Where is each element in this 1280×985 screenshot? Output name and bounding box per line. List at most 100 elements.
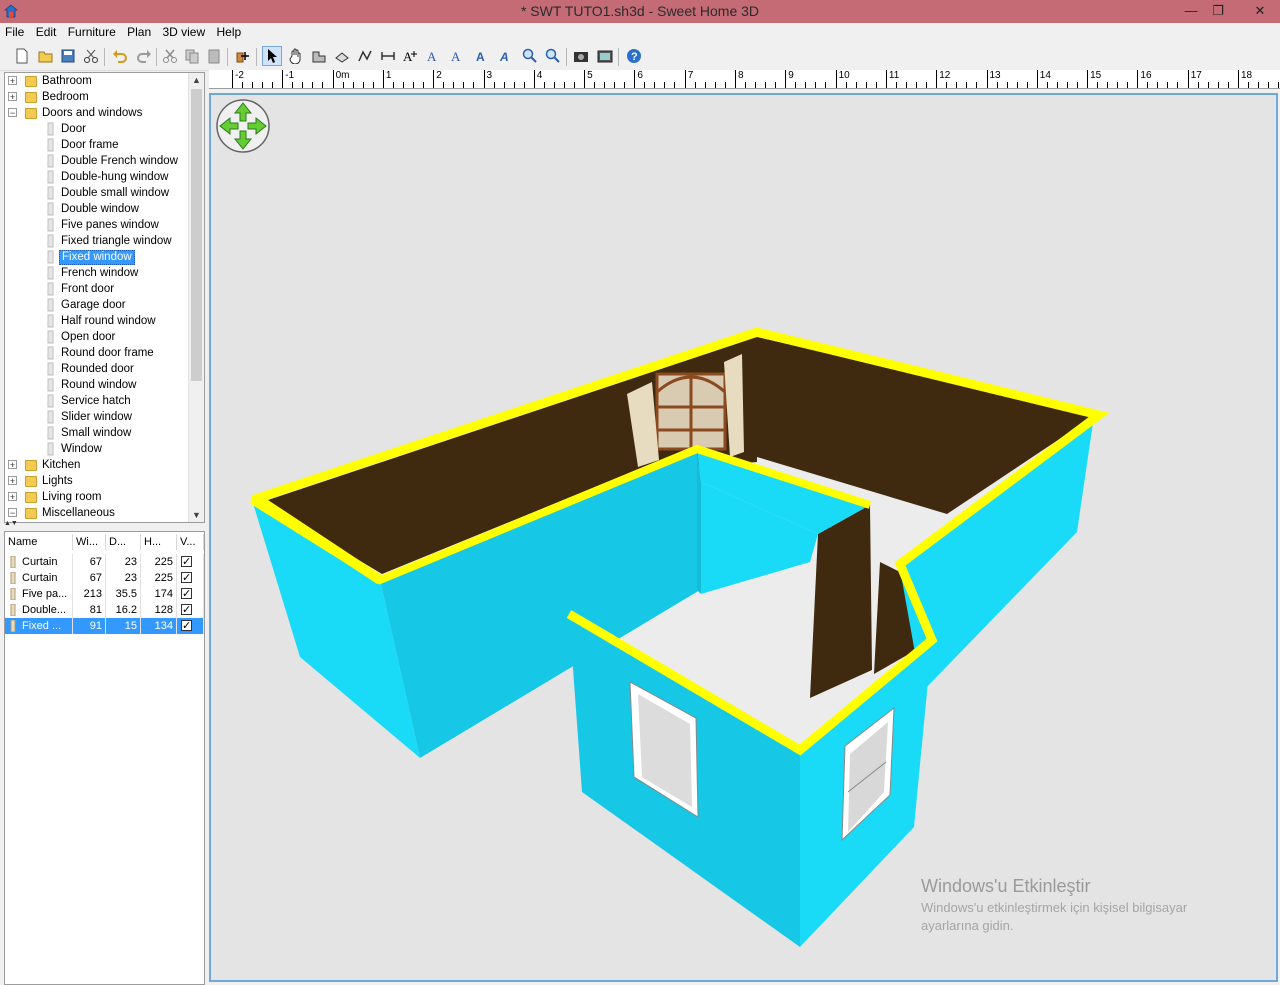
furniture-catalog-tree[interactable]: + Bathroom + Bedroom − Doors and windows…	[4, 72, 205, 523]
ruler-label: -1	[285, 70, 295, 81]
visible-checkbox[interactable]	[181, 586, 192, 602]
redo-icon[interactable]	[134, 46, 154, 66]
create-polylines-icon[interactable]	[355, 46, 375, 66]
expand-icon[interactable]: +	[8, 460, 17, 470]
create-dimensions-icon[interactable]	[378, 46, 398, 66]
help-icon[interactable]: ?	[624, 46, 644, 66]
cell-depth: 35.5	[106, 586, 141, 602]
column-height[interactable]: H...	[141, 534, 177, 550]
minimize-button[interactable]: —	[1176, 0, 1206, 23]
collapse-icon[interactable]: −	[8, 108, 17, 118]
add-furniture-icon[interactable]	[232, 46, 252, 66]
scroll-down-icon[interactable]: ▼	[192, 510, 201, 520]
navigation-arrows-icon[interactable]	[216, 99, 270, 153]
ruler-tick	[1238, 70, 1239, 88]
expand-icon[interactable]: +	[8, 76, 17, 86]
menu-file[interactable]: File	[2, 23, 27, 42]
cell-height: 128	[141, 602, 177, 618]
scroll-up-icon[interactable]: ▲	[192, 75, 201, 85]
ruler-tick	[1187, 70, 1189, 88]
ruler-label: 4	[536, 70, 543, 81]
paste-icon[interactable]	[204, 46, 224, 66]
visible-checkbox[interactable]	[181, 570, 192, 586]
create-rooms-icon[interactable]	[332, 46, 352, 66]
column-visible[interactable]: V...	[177, 534, 204, 550]
cell-height: 174	[141, 586, 177, 602]
visible-checkbox[interactable]	[181, 602, 192, 618]
catalog-item-label: Garage door	[61, 299, 126, 311]
folder-icon	[25, 492, 37, 503]
cut-icon[interactable]	[160, 46, 180, 66]
pan-mode-icon[interactable]	[286, 46, 306, 66]
ruler-tick	[684, 70, 686, 88]
table-row[interactable]: Curtain 67 23 225	[5, 554, 204, 570]
splitter-arrows-icon[interactable]: ▲▼	[4, 520, 44, 528]
furniture-thumbnail-icon	[9, 619, 18, 633]
menu-3d-view[interactable]: 3D view	[159, 23, 208, 42]
ruler-tick	[282, 70, 284, 88]
cut-scissors-icon[interactable]	[81, 46, 101, 66]
text-style-icon[interactable]: A	[424, 46, 444, 66]
menu-edit[interactable]: Edit	[33, 23, 60, 42]
catalog-scrollbar[interactable]: ▲ ▼	[188, 73, 204, 522]
visible-checkbox[interactable]	[181, 554, 192, 570]
collapse-icon[interactable]: −	[8, 508, 17, 518]
column-width[interactable]: Wi...	[73, 534, 106, 550]
save-icon[interactable]	[58, 46, 78, 66]
menu-plan[interactable]: Plan	[124, 23, 154, 42]
column-depth[interactable]: D...	[106, 534, 141, 550]
furniture-thumbnail-icon	[45, 362, 57, 376]
restore-button[interactable]: ❐	[1203, 0, 1233, 23]
scrollbar-thumb[interactable]	[191, 89, 202, 381]
add-text-icon[interactable]: A	[400, 46, 420, 66]
expand-icon[interactable]: +	[8, 92, 17, 102]
catalog-item-label: Front door	[61, 283, 115, 295]
cell-width: 91	[73, 618, 106, 634]
3d-view[interactable]	[209, 93, 1278, 982]
new-home-icon[interactable]	[12, 46, 32, 66]
expand-icon[interactable]: +	[8, 492, 17, 502]
furniture-thumbnail-icon	[45, 202, 57, 216]
catalog-item-label: Slider window	[61, 411, 132, 423]
cell-width: 67	[73, 570, 106, 586]
category-label: Lights	[42, 475, 73, 487]
watermark-line-1: Windows'u etkinleştirmek için kişisel bi…	[921, 900, 1188, 915]
furniture-thumbnail-icon	[45, 378, 57, 392]
furniture-thumbnail-icon	[45, 282, 57, 296]
create-photo-icon[interactable]	[571, 46, 591, 66]
watermark-title: Windows'u Etkinleştir	[921, 876, 1091, 896]
menu-furniture[interactable]: Furniture	[65, 23, 119, 42]
table-row[interactable]: Fixed ... 91 15 134	[5, 618, 204, 634]
catalog-item-label: Door frame	[61, 139, 119, 151]
cell-height: 134	[141, 618, 177, 634]
italic-text-icon[interactable]: A	[496, 46, 516, 66]
category-label: Miscellaneous	[42, 507, 115, 519]
create-walls-icon[interactable]	[309, 46, 329, 66]
table-row[interactable]: Double... 81 16.2 128	[5, 602, 204, 618]
table-row[interactable]: Five pa... 213 35.5 174	[5, 586, 204, 602]
home-furniture-table[interactable]: Name Wi... D... H... V... Curtain 67 23 225…	[4, 531, 205, 985]
undo-icon[interactable]	[110, 46, 130, 66]
expand-icon[interactable]: +	[8, 476, 17, 486]
menu-help[interactable]: Help	[214, 23, 245, 42]
cell-depth: 23	[106, 554, 141, 570]
close-button[interactable]: ✕	[1240, 0, 1280, 23]
copy-icon[interactable]	[182, 46, 202, 66]
watermark-line-2: ayarlarına gidin.	[921, 918, 1014, 933]
furniture-thumbnail-icon	[45, 122, 57, 136]
zoom-out-icon[interactable]	[543, 46, 563, 66]
open-icon[interactable]	[36, 46, 56, 66]
zoom-in-icon[interactable]	[520, 46, 540, 66]
increase-text-icon[interactable]: A	[448, 46, 468, 66]
create-video-icon[interactable]	[595, 46, 615, 66]
ruler-tick	[332, 70, 334, 88]
3d-scene[interactable]	[211, 95, 1276, 980]
catalog-item-label: Five panes window	[61, 219, 159, 231]
category-label: Kitchen	[42, 459, 81, 471]
select-mode-icon[interactable]	[262, 46, 282, 66]
column-name[interactable]: Name	[5, 534, 73, 550]
visible-checkbox[interactable]	[181, 618, 192, 634]
ruler-label: 3	[486, 70, 493, 81]
decrease-text-icon[interactable]: A	[472, 46, 492, 66]
table-row[interactable]: Curtain 67 23 225	[5, 570, 204, 586]
